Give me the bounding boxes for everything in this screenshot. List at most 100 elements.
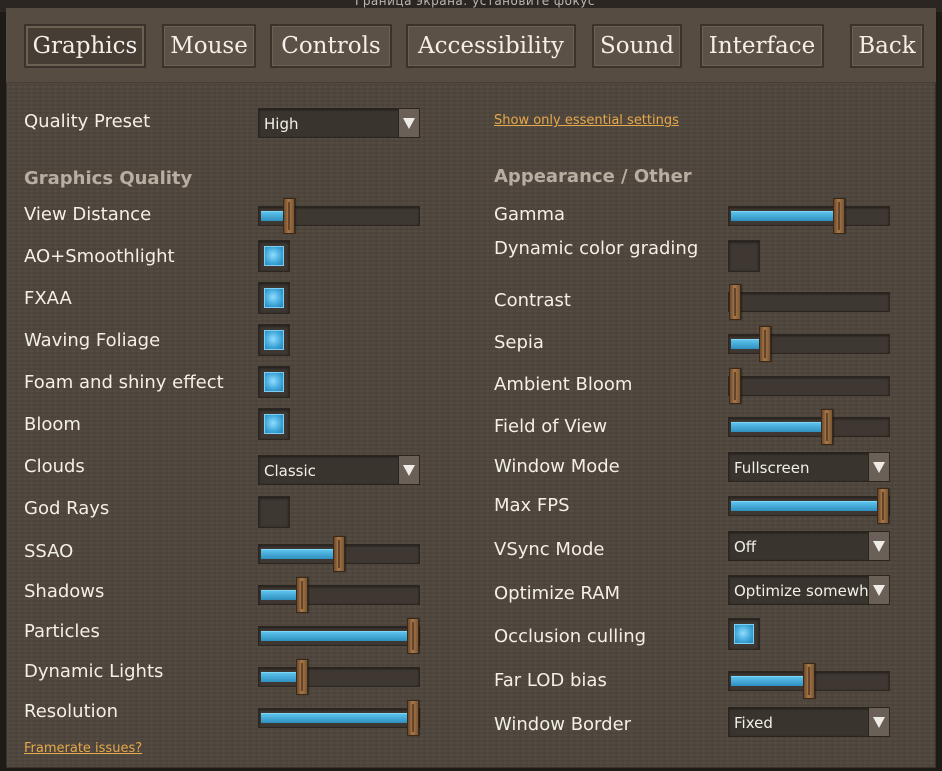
- window-border-label: Window Border: [494, 714, 632, 735]
- waving-foliage-checkbox[interactable]: [258, 324, 290, 356]
- gamma-slider[interactable]: [728, 198, 890, 234]
- color-grading-checkbox[interactable]: [728, 240, 760, 272]
- slider-fill: [731, 339, 761, 349]
- slider-knob[interactable]: [283, 198, 295, 234]
- clouds-label: Clouds: [24, 456, 85, 477]
- vsync-value: Off: [734, 538, 757, 556]
- slider-fill: [261, 631, 409, 641]
- framerate-issues-link[interactable]: Framerate issues?: [24, 741, 142, 756]
- sepia-slider[interactable]: [728, 326, 890, 362]
- bloom-checkbox[interactable]: [258, 408, 290, 440]
- slider-knob[interactable]: [877, 488, 889, 524]
- god-rays-checkbox[interactable]: [258, 496, 290, 528]
- foam-checkbox[interactable]: [258, 366, 290, 398]
- chevron-down-icon: [868, 708, 889, 736]
- slider-fill: [261, 672, 298, 682]
- slider-knob[interactable]: [296, 577, 308, 613]
- far-lod-label: Far LOD bias: [494, 670, 607, 691]
- ao-smoothlight-label: AO+Smoothlight: [24, 246, 175, 267]
- fxaa-label: FXAA: [24, 288, 72, 309]
- slider-knob[interactable]: [333, 536, 345, 572]
- occlusion-label: Occlusion culling: [494, 626, 647, 647]
- slider-fill: [731, 676, 805, 686]
- foam-label: Foam and shiny effect: [24, 372, 224, 393]
- ao-smoothlight-checkbox[interactable]: [258, 240, 290, 272]
- tab-interface[interactable]: Interface: [700, 24, 824, 68]
- chevron-down-icon: [398, 456, 419, 484]
- graphics-quality-heading: Graphics Quality: [24, 168, 193, 189]
- ambient-bloom-label: Ambient Bloom: [494, 374, 633, 395]
- quality-preset-value: High: [264, 115, 299, 133]
- window-mode-label: Window Mode: [494, 456, 620, 477]
- sepia-label: Sepia: [494, 332, 544, 353]
- window-border-value: Fixed: [734, 714, 773, 732]
- back-button[interactable]: Back: [850, 24, 924, 68]
- slider-fill: [261, 211, 285, 221]
- vsync-label: VSync Mode: [494, 539, 605, 560]
- contrast-label: Contrast: [494, 290, 571, 311]
- far-lod-slider[interactable]: [728, 663, 890, 699]
- slider-fill: [261, 713, 409, 723]
- tab-mouse[interactable]: Mouse: [162, 24, 256, 68]
- quality-preset-dropdown[interactable]: High: [258, 108, 420, 138]
- view-distance-label: View Distance: [24, 204, 152, 225]
- optimize-ram-value: Optimize somewhat: [734, 582, 884, 600]
- fov-label: Field of View: [494, 416, 608, 437]
- tab-controls[interactable]: Controls: [270, 24, 392, 68]
- dynamic-lights-slider[interactable]: [258, 659, 420, 695]
- waving-foliage-label: Waving Foliage: [24, 330, 161, 351]
- ssao-slider[interactable]: [258, 536, 420, 572]
- slider-knob[interactable]: [759, 326, 771, 362]
- particles-slider[interactable]: [258, 618, 420, 654]
- god-rays-label: God Rays: [24, 498, 110, 519]
- particles-label: Particles: [24, 621, 100, 642]
- chevron-down-icon: [398, 109, 419, 137]
- shadows-slider[interactable]: [258, 577, 420, 613]
- slider-knob[interactable]: [407, 618, 419, 654]
- tab-bar: Graphics Mouse Controls Accessibility So…: [6, 8, 936, 83]
- window-border-dropdown[interactable]: Fixed: [728, 707, 890, 737]
- clouds-dropdown[interactable]: Classic: [258, 455, 420, 485]
- slider-knob[interactable]: [821, 409, 833, 445]
- max-fps-label: Max FPS: [494, 495, 570, 516]
- ambient-bloom-slider[interactable]: [728, 368, 890, 404]
- view-distance-slider[interactable]: [258, 198, 420, 234]
- appearance-heading: Appearance / Other: [494, 166, 692, 187]
- max-fps-slider[interactable]: [728, 488, 890, 524]
- slider-knob[interactable]: [729, 284, 741, 320]
- slider-knob[interactable]: [729, 368, 741, 404]
- gamma-label: Gamma: [494, 204, 566, 225]
- window-mode-dropdown[interactable]: Fullscreen: [728, 452, 890, 482]
- slider-knob[interactable]: [803, 663, 815, 699]
- tab-graphics[interactable]: Graphics: [24, 24, 146, 68]
- clouds-value: Classic: [264, 462, 316, 480]
- fov-slider[interactable]: [728, 409, 890, 445]
- fxaa-checkbox[interactable]: [258, 282, 290, 314]
- slider-fill: [731, 211, 835, 221]
- window-mode-value: Fullscreen: [734, 459, 810, 477]
- optimize-ram-dropdown[interactable]: Optimize somewhat: [728, 575, 890, 605]
- slider-knob[interactable]: [407, 700, 419, 736]
- slider-fill: [731, 422, 823, 432]
- ssao-label: SSAO: [24, 541, 74, 562]
- tab-accessibility[interactable]: Accessibility: [406, 24, 576, 68]
- slider-fill: [731, 501, 879, 511]
- shadows-label: Shadows: [24, 581, 105, 602]
- slider-fill: [261, 549, 335, 559]
- chevron-down-icon: [868, 576, 889, 604]
- slider-fill: [261, 590, 298, 600]
- tab-sound[interactable]: Sound: [592, 24, 682, 68]
- resolution-label: Resolution: [24, 701, 119, 722]
- quality-preset-label: Quality Preset: [24, 111, 151, 132]
- contrast-slider[interactable]: [728, 284, 890, 320]
- chevron-down-icon: [868, 453, 889, 481]
- resolution-slider[interactable]: [258, 700, 420, 736]
- essential-settings-link[interactable]: Show only essential settings: [494, 113, 679, 128]
- dynamic-lights-label: Dynamic Lights: [24, 661, 164, 682]
- chevron-down-icon: [868, 532, 889, 560]
- slider-knob[interactable]: [833, 198, 845, 234]
- occlusion-checkbox[interactable]: [728, 618, 760, 650]
- slider-knob[interactable]: [296, 659, 308, 695]
- vsync-dropdown[interactable]: Off: [728, 531, 890, 561]
- bloom-label: Bloom: [24, 414, 81, 435]
